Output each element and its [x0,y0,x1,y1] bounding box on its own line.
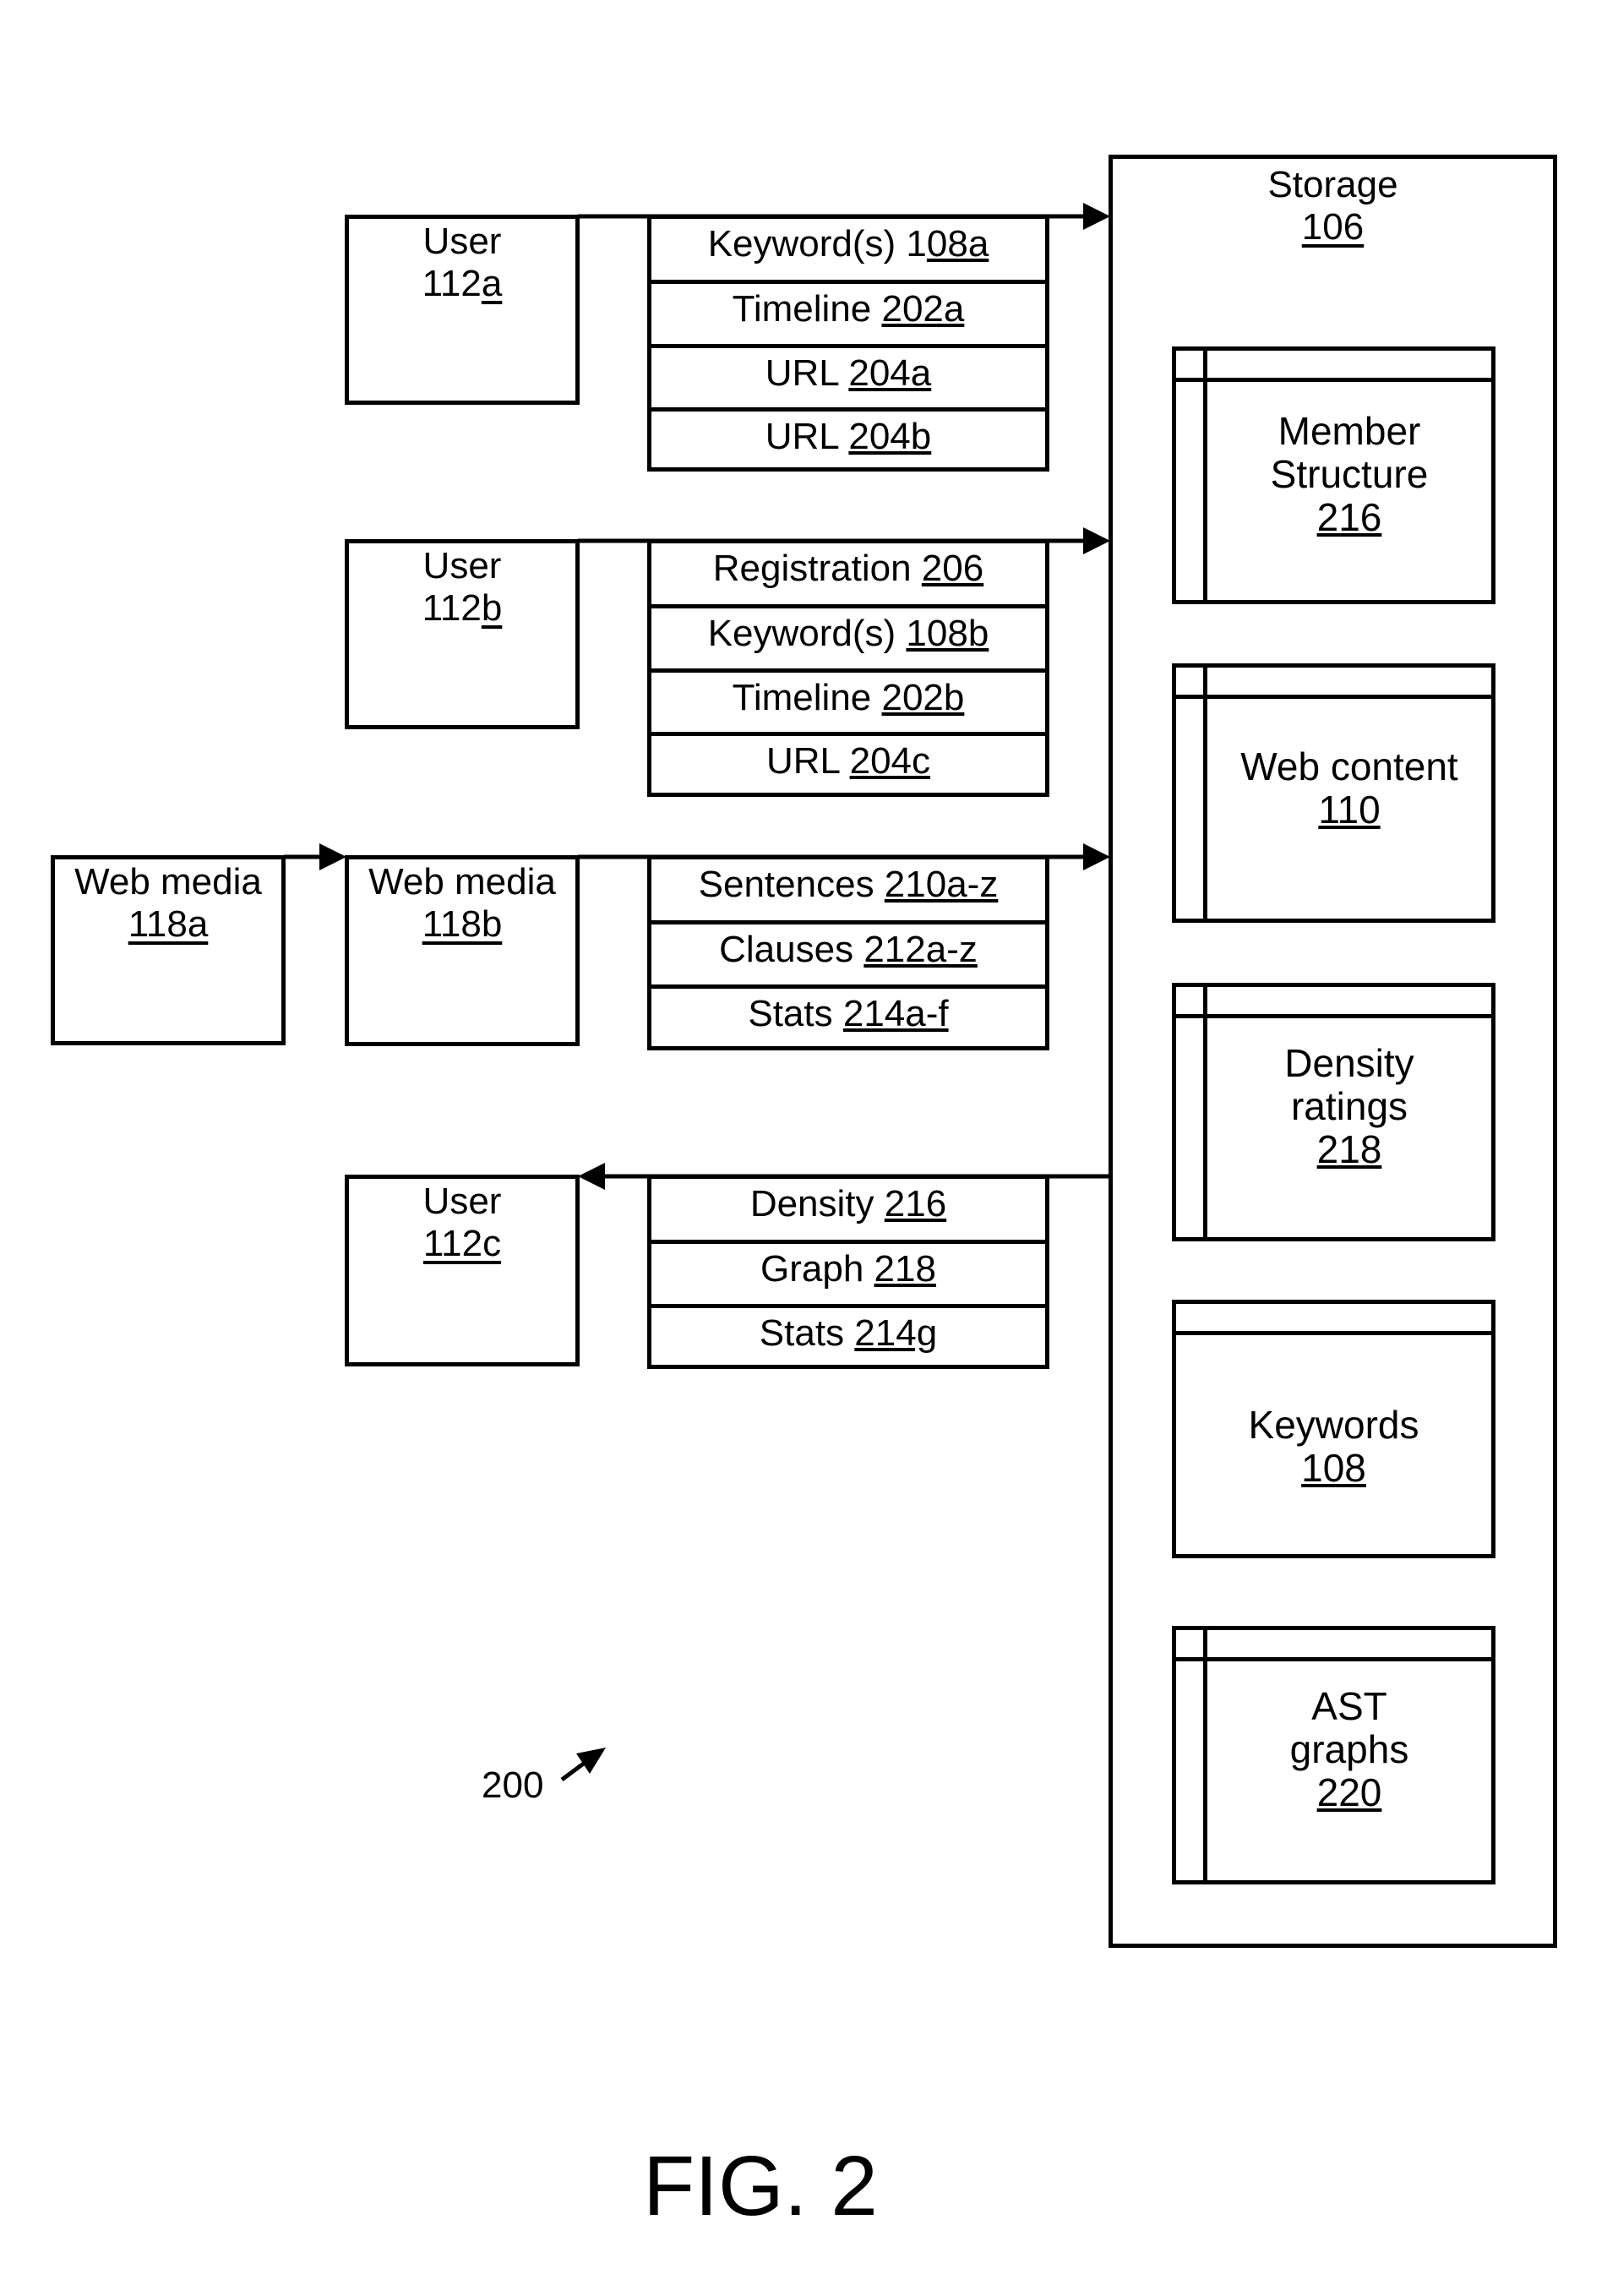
web-media-118b-box[interactable]: Web media 118b [345,855,580,1046]
table-row: Stats 214a-f [651,984,1045,1049]
storage-item-member-structure[interactable]: Member Structure 216 [1172,346,1495,604]
arrowhead-icon [1083,843,1110,870]
arrowhead-icon [1083,203,1110,230]
user-112c-data-table: Density 216 Graph 218 Stats 214g [647,1175,1049,1369]
table-row: Sentences 210a-z [698,864,999,905]
table-row: URL 204a [651,344,1045,408]
table-row: Graph 218 [651,1240,1045,1304]
arrowhead-icon [1083,527,1110,554]
table-row: Timeline 202a [651,280,1045,344]
storage-item-density-ratings[interactable]: Density ratings 218 [1172,983,1495,1241]
storage-item-web-content[interactable]: Web content 110 [1172,663,1495,923]
item-ref: 218 [1316,1127,1382,1171]
item-ref: 216 [1316,495,1382,539]
storage-title: Storage [1267,164,1398,205]
arrowhead-icon [578,1163,605,1190]
figure-label: FIG. 2 [643,2139,878,2233]
user-112b-data-table: Registration 206 Keyword(s) 108b Timelin… [647,539,1049,797]
table-row: URL 204c [651,732,1045,796]
arrowhead-icon [319,843,346,870]
figure-reference-number: 200 [482,1764,544,1806]
table-row: Density 216 [749,1183,947,1224]
table-row: Keyword(s) 108b [651,604,1045,668]
table-row: Timeline 202b [651,668,1045,733]
web-media-118a-box[interactable]: Web media 118a [51,855,286,1045]
user-112a-box[interactable]: User 112a [345,215,580,405]
storage-item-ast-graphs[interactable]: AST graphs 220 [1172,1626,1495,1884]
item-ref: 110 [1318,788,1381,832]
arrowhead-icon [576,1748,606,1774]
table-row: Stats 214g [651,1304,1045,1368]
table-row: URL 204b [651,407,1045,472]
item-ref: 220 [1316,1770,1382,1814]
storage-ref: 106 [1301,206,1365,248]
table-row: Keyword(s) 108a [707,223,989,265]
user-112a-data-table: Keyword(s) 108a Timeline 202a URL 204a U… [647,215,1049,472]
user-112c-box[interactable]: User 112c [345,1175,580,1366]
item-ref: 108 [1301,1446,1366,1490]
user-112b-box[interactable]: User 112b [345,539,580,729]
table-row: Clauses 212a-z [651,920,1045,984]
table-row: Registration 206 [712,548,984,589]
storage-item-keywords[interactable]: Keywords 108 [1172,1300,1495,1558]
web-media-118b-data-table: Sentences 210a-z Clauses 212a-z Stats 21… [647,855,1049,1050]
